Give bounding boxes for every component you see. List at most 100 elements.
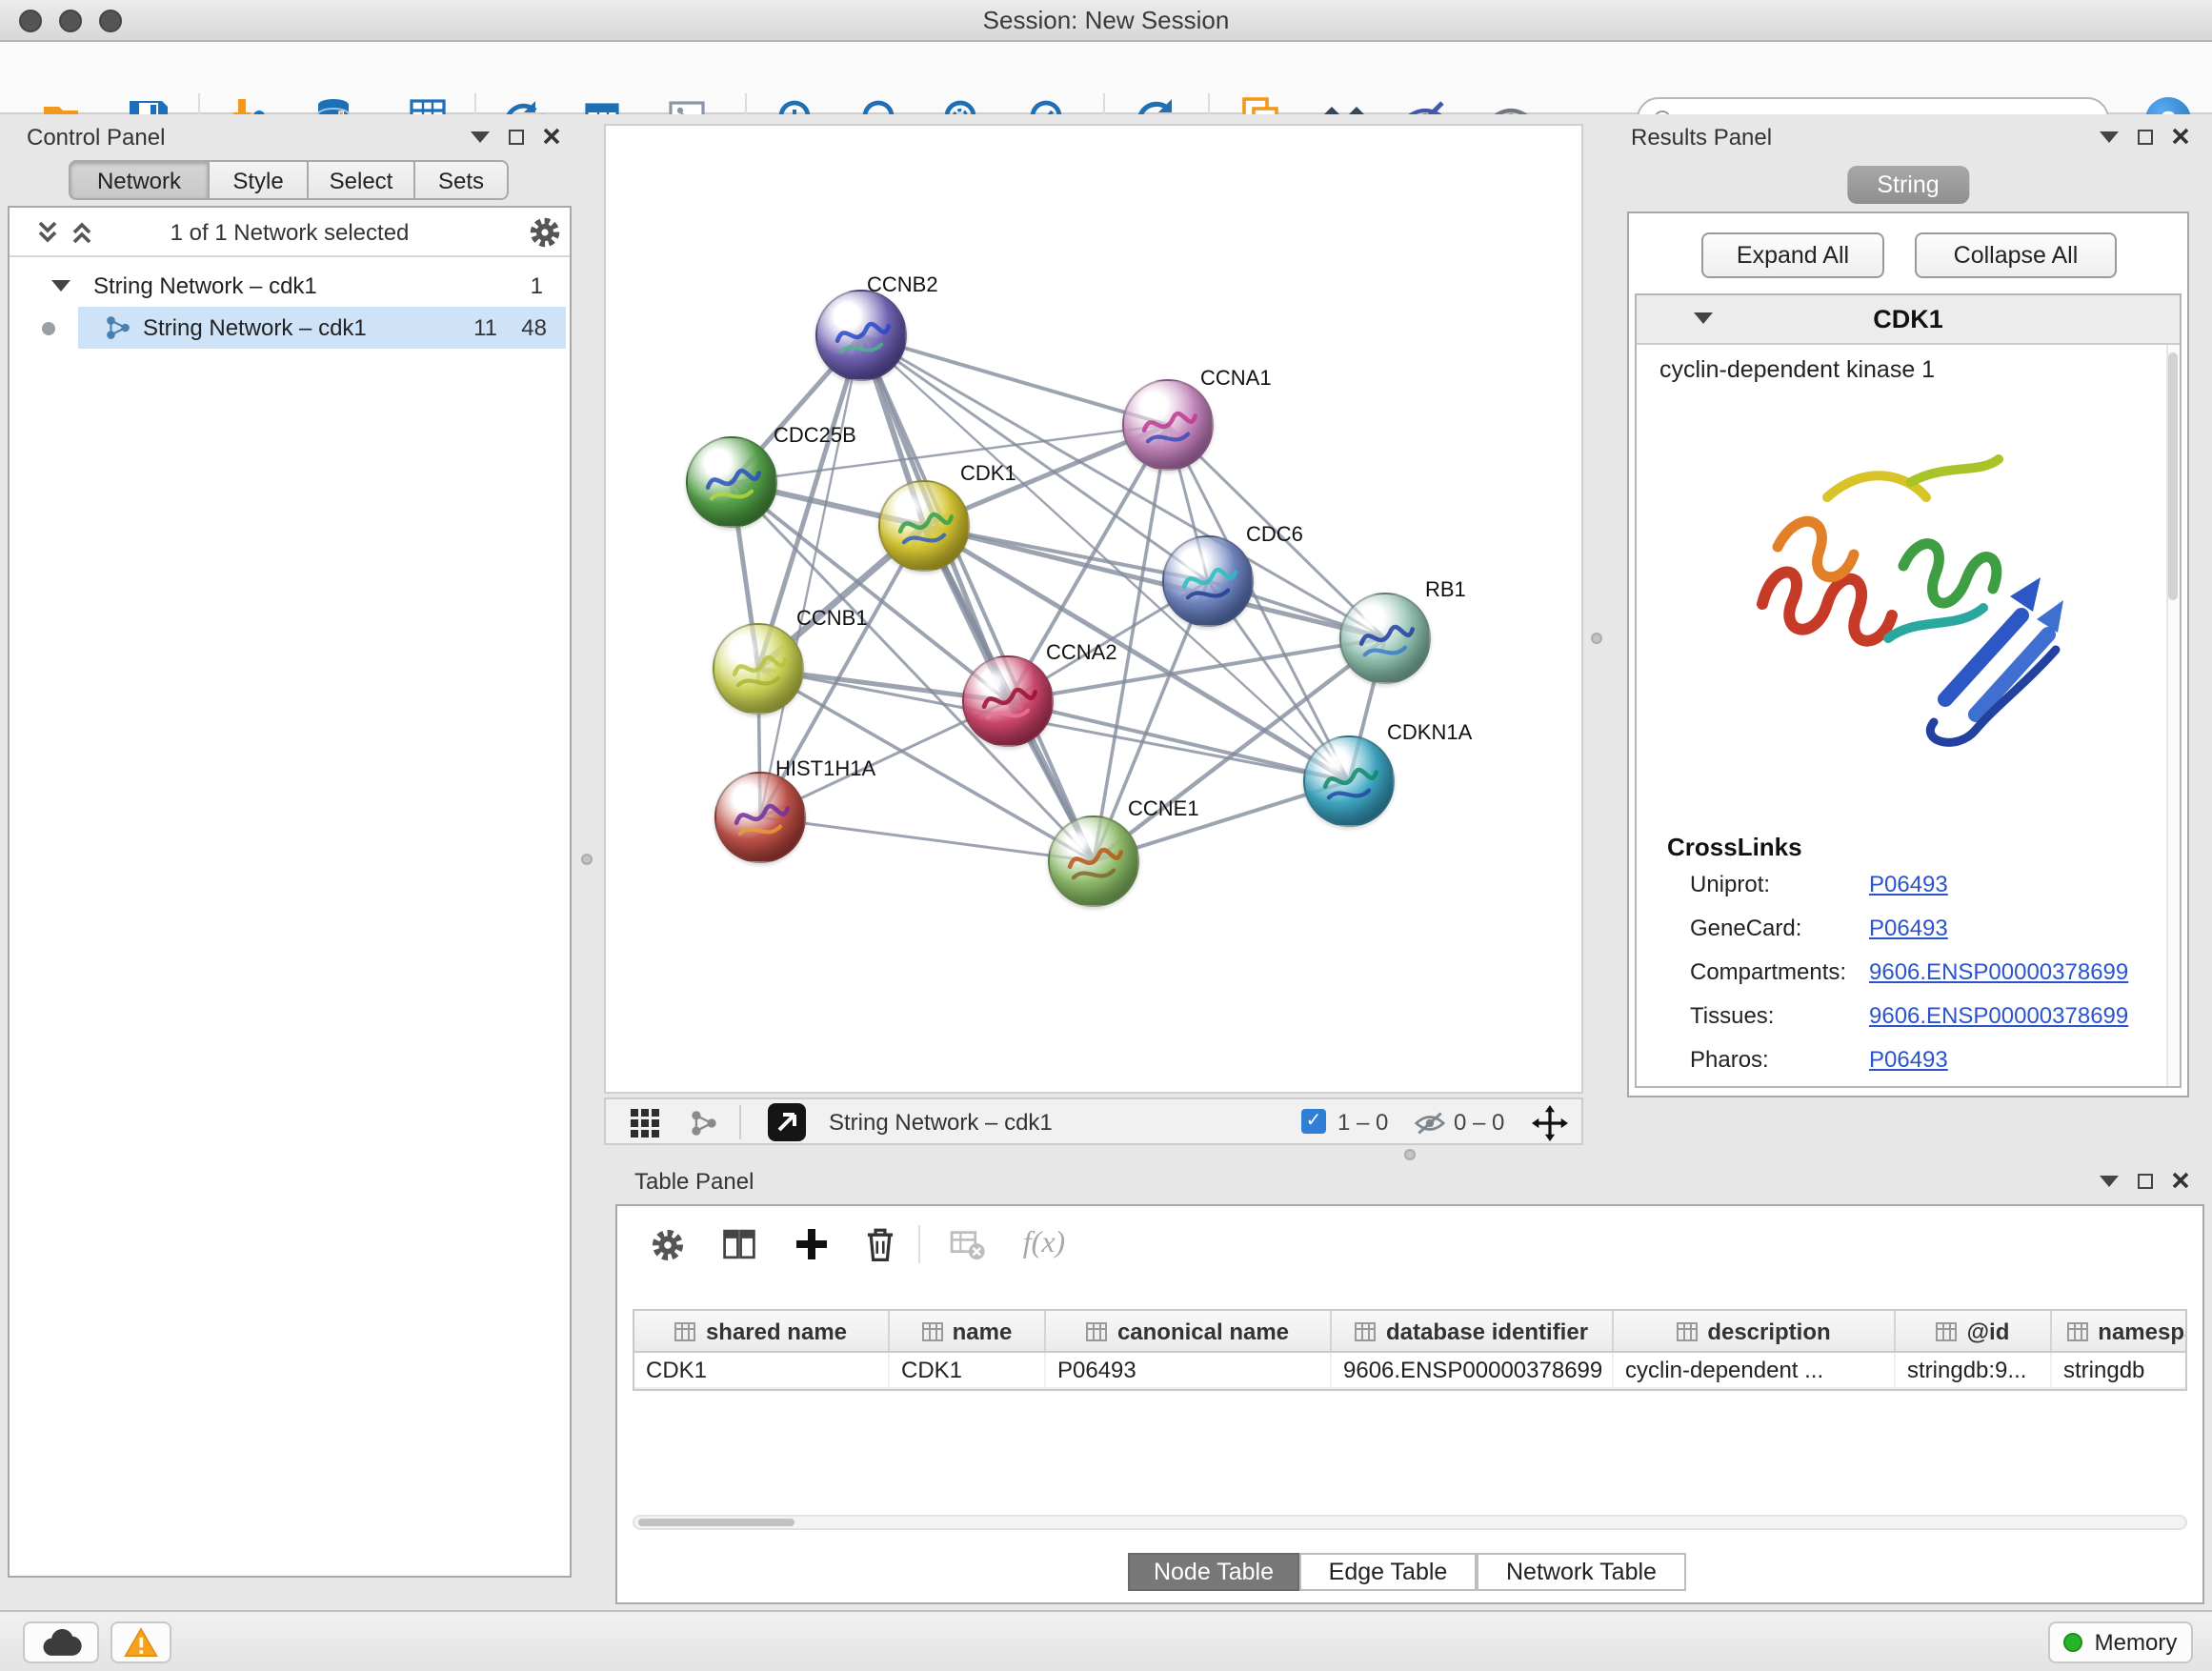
node-label-ccnb2: CCNB2 <box>867 274 938 297</box>
tab-network[interactable]: Network <box>69 160 210 200</box>
cloud-status-button[interactable] <box>23 1621 99 1663</box>
network-options-gear-icon[interactable] <box>528 215 562 250</box>
network-node-rb1[interactable] <box>1339 593 1431 684</box>
table-cell: CDK1 <box>890 1353 1046 1387</box>
column-header-description[interactable]: description <box>1614 1311 1896 1351</box>
column-header-namespac[interactable]: namespac <box>2052 1311 2187 1351</box>
float-panel-icon[interactable] <box>2138 1173 2153 1188</box>
selected-checkbox-icon[interactable]: ✓ <box>1301 1109 1326 1134</box>
hidden-eye-slash-icon <box>1414 1111 1446 1136</box>
hidden-count: 0 – 0 <box>1454 1109 1504 1136</box>
table-panel-title: Table Panel <box>634 1168 754 1195</box>
network-icon <box>105 314 131 341</box>
crosslink-link[interactable]: P06493 <box>1869 915 1948 941</box>
column-header--id[interactable]: @id <box>1896 1311 2052 1351</box>
app-window: Session: New Session <box>0 0 2212 1671</box>
table-panel: Table Panel <box>615 1164 2204 1604</box>
vertical-splitter-handle[interactable] <box>1591 633 1602 644</box>
tab-edge-table[interactable]: Edge Table <box>1299 1553 1477 1591</box>
table-toolbar-separator <box>918 1225 920 1263</box>
collection-disclosure-icon[interactable] <box>51 280 70 292</box>
expand-all-button[interactable]: Expand All <box>1701 232 1884 278</box>
table-cell: P06493 <box>1046 1353 1332 1387</box>
float-panel-icon[interactable] <box>2138 129 2153 144</box>
control-panel-title: Control Panel <box>27 124 165 151</box>
delete-column-icon[interactable] <box>854 1218 907 1271</box>
vertical-splitter-handle[interactable] <box>581 854 593 865</box>
tab-network-table[interactable]: Network Table <box>1477 1553 1686 1591</box>
vertical-scrollbar[interactable] <box>2166 345 2180 1086</box>
collapse-all-button[interactable]: Collapse All <box>1915 232 2117 278</box>
column-header-shared-name[interactable]: shared name <box>634 1311 890 1351</box>
network-collection-row[interactable]: String Network – cdk1 1 <box>10 265 570 307</box>
memory-button[interactable]: Memory <box>2048 1621 2193 1663</box>
tab-select[interactable]: Select <box>307 160 415 200</box>
panel-menu-icon[interactable] <box>471 131 490 142</box>
network-status-dot <box>42 322 55 335</box>
netbar-separator <box>739 1105 741 1139</box>
network-node-ccnb1[interactable] <box>713 623 804 715</box>
protein-name: CDK1 <box>1637 305 2180 333</box>
network-node-cdc25b[interactable] <box>686 436 777 528</box>
crosslink-link[interactable]: 9606.ENSP00000378699 <box>1869 1002 2128 1029</box>
memory-status-dot <box>2064 1633 2083 1652</box>
results-panel-title: Results Panel <box>1631 124 1772 151</box>
crosslink-label: Uniprot: <box>1690 871 1770 897</box>
network-list-toolbar: 1 of 1 Network selected <box>10 208 570 257</box>
collection-count: 1 <box>531 272 543 299</box>
close-panel-icon[interactable] <box>543 128 560 145</box>
add-column-icon[interactable] <box>785 1218 838 1271</box>
network-node-ccne1[interactable] <box>1048 815 1139 907</box>
node-label-hist1h1a: HIST1H1A <box>775 758 875 781</box>
protein-card-header[interactable]: CDK1 <box>1637 295 2180 345</box>
cloud-icon <box>40 1628 82 1657</box>
network-node-cdkn1a[interactable] <box>1303 735 1395 827</box>
status-bar: Memory <box>0 1610 2212 1671</box>
network-node-ccna1[interactable] <box>1122 379 1214 471</box>
warnings-button[interactable] <box>111 1621 171 1663</box>
selected-count: 1 – 0 <box>1337 1109 1388 1136</box>
tab-node-table[interactable]: Node Table <box>1128 1553 1299 1591</box>
string-results-tab[interactable]: String <box>1846 166 1969 204</box>
crosslink-link[interactable]: P06493 <box>1869 1046 1948 1073</box>
pan-crosshair-icon[interactable] <box>1530 1103 1568 1141</box>
tab-style[interactable]: Style <box>208 160 309 200</box>
network-edges <box>606 126 1583 1094</box>
node-label-ccna1: CCNA1 <box>1200 368 1272 391</box>
select-columns-icon[interactable] <box>713 1218 766 1271</box>
node-label-rb1: RB1 <box>1425 579 1466 602</box>
tab-sets[interactable]: Sets <box>413 160 509 200</box>
panel-menu-icon[interactable] <box>2100 1175 2119 1186</box>
protein-description: cyclin-dependent kinase 1 <box>1659 356 1935 383</box>
panel-menu-icon[interactable] <box>2100 131 2119 142</box>
table-cell: CDK1 <box>634 1353 890 1387</box>
network-row[interactable]: String Network – cdk1 11 48 <box>10 307 570 349</box>
detach-view-icon[interactable] <box>768 1103 806 1141</box>
network-view-icon[interactable] <box>684 1103 722 1141</box>
network-canvas[interactable]: CCNB2CCNA1CDC25BCDK1CDC6RB1CCNB1CCNA2CDK… <box>604 124 1583 1094</box>
node-label-cdc25b: CDC25B <box>774 425 856 448</box>
crosslink-link[interactable]: P06493 <box>1869 871 1948 897</box>
crosslink-link[interactable]: 9606.ENSP00000378699 <box>1869 958 2128 985</box>
float-panel-icon[interactable] <box>509 129 524 144</box>
column-header-database-identifier[interactable]: database identifier <box>1332 1311 1614 1351</box>
crosslink-row: GeneCard:P06493 <box>1690 915 1801 941</box>
network-node-cdk1[interactable] <box>878 480 970 572</box>
network-node-cdc6[interactable] <box>1162 535 1254 627</box>
close-panel-icon[interactable] <box>2172 1172 2189 1189</box>
column-header-canonical-name[interactable]: canonical name <box>1046 1311 1332 1351</box>
node-count: 11 <box>473 314 497 341</box>
node-table: shared namenamecanonical namedatabase id… <box>633 1309 2187 1391</box>
horizontal-splitter-handle[interactable] <box>1404 1149 1416 1160</box>
network-node-ccna2[interactable] <box>962 655 1054 747</box>
horizontal-scrollbar[interactable] <box>633 1515 2187 1530</box>
table-row[interactable]: CDK1CDK1P064939606.ENSP00000378699cyclin… <box>634 1353 2185 1389</box>
network-node-hist1h1a[interactable] <box>714 772 806 863</box>
network-node-ccnb2[interactable] <box>815 290 907 381</box>
grid-view-icon[interactable] <box>625 1103 663 1141</box>
function-builder-icon: f(x) <box>1010 1218 1078 1271</box>
column-header-name[interactable]: name <box>890 1311 1046 1351</box>
crosslink-row: Compartments:9606.ENSP00000378699 <box>1690 958 1846 985</box>
table-settings-gear-icon[interactable] <box>640 1218 694 1271</box>
close-panel-icon[interactable] <box>2172 128 2189 145</box>
